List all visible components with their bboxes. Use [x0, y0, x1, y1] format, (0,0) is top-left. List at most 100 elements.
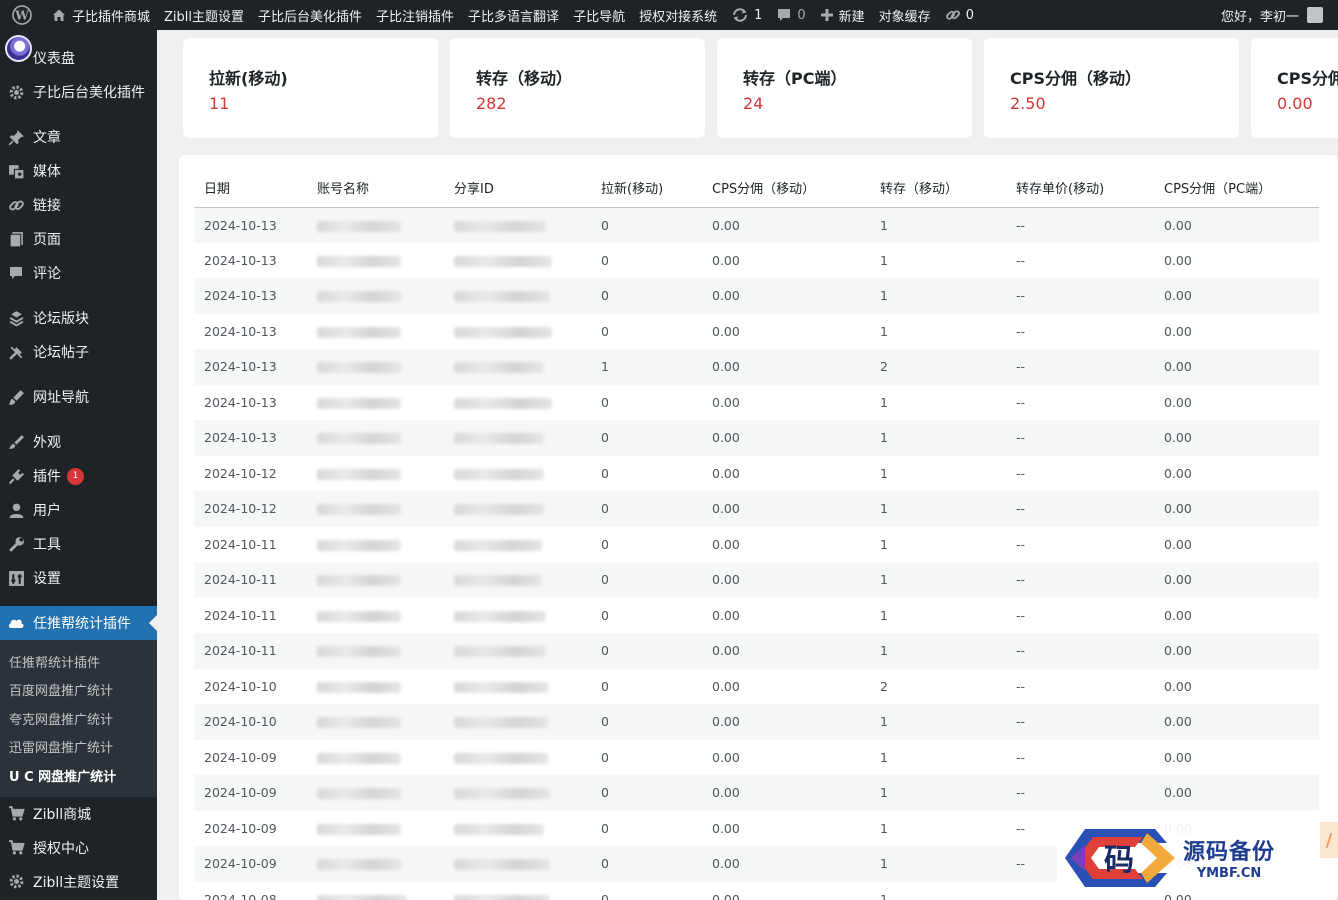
cell-new-users: 0 [601, 607, 609, 623]
redacted-blur [454, 362, 544, 374]
menu-zibll-shop[interactable]: Zibll商城 [0, 797, 157, 831]
redacted-blur [317, 433, 401, 445]
column-header-saves-mobile[interactable]: 转存（移动） [870, 169, 1006, 208]
menu-links[interactable]: 链接 [0, 188, 157, 222]
redacted-blur [317, 504, 401, 516]
cell-account-name-redacted [307, 349, 444, 385]
cell-save-price: -- [1016, 359, 1026, 375]
cell-share-id-redacted [444, 811, 591, 847]
menu-appearance[interactable]: 外观 [0, 425, 157, 459]
cell-cps-pc: 0.00 [1164, 536, 1192, 552]
adminbar-object-cache[interactable]: 对象缓存 [872, 0, 938, 30]
cell-saves-mobile: 1 [880, 288, 888, 304]
cell-account-name-redacted [307, 562, 444, 598]
cell-account-name-redacted [307, 385, 444, 421]
watermark-emblem-icon: 码 [1065, 828, 1175, 887]
cell-share-id-redacted [444, 562, 591, 598]
adminbar-updates[interactable]: 1 [724, 0, 769, 30]
tools-icon [6, 342, 26, 362]
redacted-blur [317, 610, 401, 622]
adminbar-logout-plugin[interactable]: 子比注销插件 [369, 0, 461, 30]
table-row: 2024-10-13 0 0.00 1 -- 0.00 [194, 314, 1319, 350]
adminbar-links[interactable]: 0 [938, 0, 981, 30]
submenu-item-uc[interactable]: U C 网盘推广统计 [0, 761, 157, 790]
menu-beautify-plugin[interactable]: 子比后台美化插件 [0, 75, 157, 109]
column-header-cps-pc[interactable]: CPS分佣（PC端） [1154, 169, 1319, 208]
comments-count: 0 [797, 7, 806, 23]
redacted-blur [454, 504, 544, 516]
column-header-save-price[interactable]: 转存单价(移动) [1006, 169, 1154, 208]
cell-saves-mobile: 2 [880, 359, 888, 375]
stat-card-new-users-mobile: 拉新(移动) 11 [183, 38, 438, 138]
redacted-blur [317, 326, 401, 338]
menu-pages[interactable]: 页面 [0, 222, 157, 256]
adminbar-comments[interactable]: 0 [769, 0, 812, 30]
menu-site-navigation[interactable]: 网址导航 [0, 380, 157, 414]
cell-date: 2024-10-09 [204, 785, 277, 801]
cell-new-users: 0 [601, 643, 609, 659]
stats-submenu: 任推帮统计插件 百度网盘推广统计 夸克网盘推广统计 迅雷网盘推广统计 U C 网… [0, 640, 157, 797]
table-row: 2024-10-13 0 0.00 1 -- 0.00 [194, 420, 1319, 456]
column-header-date[interactable]: 日期 [194, 169, 307, 208]
appearance-icon [6, 432, 26, 452]
column-header-cps-mobile[interactable]: CPS分佣（移动） [702, 169, 870, 208]
updates-count: 1 [754, 7, 763, 23]
menu-plugins[interactable]: 插件 1 [0, 459, 157, 493]
cell-cps-pc: 0.00 [1164, 359, 1192, 375]
home-icon [51, 7, 67, 23]
redacted-blur [454, 823, 544, 835]
updates-icon [731, 7, 749, 23]
cell-cps-mobile: 0.00 [712, 323, 740, 339]
side-tab-handle[interactable]: / [1320, 822, 1338, 858]
page-icon [6, 229, 26, 249]
cell-cps-mobile: 0.00 [712, 359, 740, 375]
menu-dashboard[interactable]: 仪表盘 [0, 41, 157, 75]
stat-card-title: CPS分佣（移动） [1010, 69, 1141, 88]
cell-share-id-redacted [444, 349, 591, 385]
redacted-blur [317, 894, 407, 900]
adminbar-new-content[interactable]: 新建 [813, 0, 872, 30]
submenu-item-xunlei[interactable]: 迅雷网盘推广统计 [0, 733, 157, 762]
menu-tools[interactable]: 工具 [0, 527, 157, 561]
menu-media[interactable]: 媒体 [0, 154, 157, 188]
menu-zibll-theme-settings[interactable]: Zibll主题设置 [0, 865, 157, 899]
cell-new-users: 0 [601, 785, 609, 801]
adminbar-beautify-plugin[interactable]: 子比后台美化插件 [251, 0, 369, 30]
submenu-item-overview[interactable]: 任推帮统计插件 [0, 647, 157, 676]
menu-posts[interactable]: 文章 [0, 120, 157, 154]
menu-license-center[interactable]: 授权中心 [0, 831, 157, 865]
redacted-blur [317, 717, 401, 729]
cell-cps-pc: 0.00 [1164, 643, 1192, 659]
menu-forum-sections[interactable]: 论坛版块 [0, 301, 157, 335]
my-account-menu[interactable]: 您好，李初一 [1214, 0, 1338, 30]
submenu-item-baidu[interactable]: 百度网盘推广统计 [0, 676, 157, 705]
adminbar-zibll-settings[interactable]: Zibll主题设置 [157, 0, 251, 30]
table-row: 2024-10-11 0 0.00 1 -- 0.00 [194, 633, 1319, 669]
menu-forum-posts[interactable]: 论坛帖子 [0, 335, 157, 369]
adminbar-translate-plugin[interactable]: 子比多语言翻译 [461, 0, 566, 30]
cell-cps-mobile: 0.00 [712, 643, 740, 659]
menu-rentuibang-stats[interactable]: 任推帮统计插件 [0, 606, 157, 640]
adminbar-navigation[interactable]: 子比导航 [566, 0, 632, 30]
menu-users[interactable]: 用户 [0, 493, 157, 527]
site-name-link[interactable]: 子比插件商城 [44, 0, 157, 30]
column-header-account[interactable]: 账号名称 [307, 169, 444, 208]
table-row: 2024-10-09 0 0.00 1 -- 0.00 [194, 740, 1319, 776]
menu-label: 评论 [33, 266, 61, 282]
cell-cps-pc: 0.00 [1164, 430, 1192, 446]
cell-new-users: 0 [601, 430, 609, 446]
cell-share-id-redacted [444, 633, 591, 669]
column-header-new-users[interactable]: 拉新(移动) [591, 169, 702, 208]
submenu-item-quark[interactable]: 夸克网盘推广统计 [0, 704, 157, 733]
wordpress-logo-icon[interactable]: W [0, 0, 44, 30]
menu-label: 外观 [33, 435, 61, 451]
menu-comments[interactable]: 评论 [0, 256, 157, 290]
cell-new-users: 0 [601, 714, 609, 730]
adminbar-item-label: 子比注销插件 [376, 9, 455, 25]
adminbar-license-system[interactable]: 授权对接系统 [632, 0, 724, 30]
column-header-share-id[interactable]: 分享ID [444, 169, 591, 208]
cell-cps-pc: 0.00 [1164, 394, 1192, 410]
menu-settings[interactable]: 设置 [0, 561, 157, 595]
cell-new-users: 0 [601, 288, 609, 304]
cell-account-name-redacted [307, 811, 444, 847]
